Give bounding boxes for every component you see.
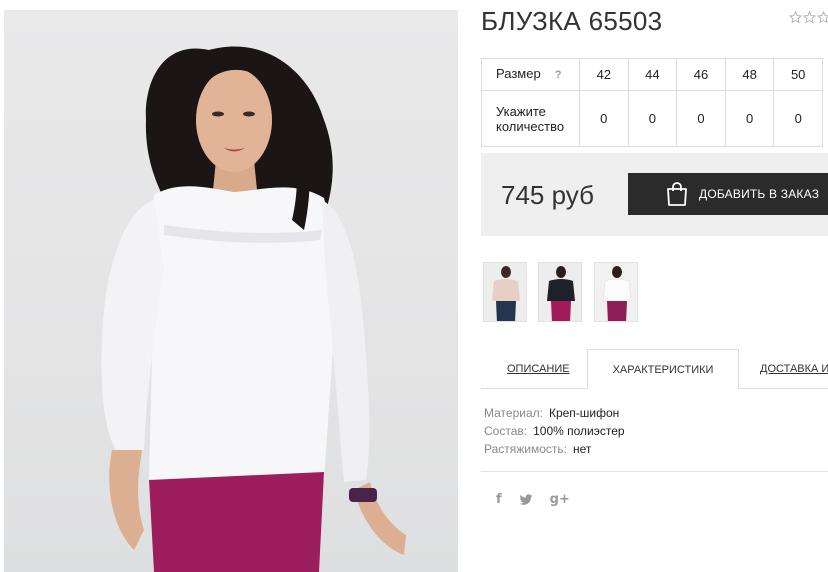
size-label: Размер: [496, 66, 541, 82]
rating-stars[interactable]: [789, 11, 828, 24]
product-title: БЛУЗКА 65503: [481, 6, 663, 36]
star-icon[interactable]: [803, 11, 816, 24]
spec-row-material: Материал: Креп-шифон: [484, 404, 625, 422]
star-icon[interactable]: [789, 11, 802, 24]
thumbnail-image: [484, 263, 526, 321]
size-quantity-table: Размер? 42 44 46 48 50 Укажите количеств…: [481, 57, 823, 147]
size-help-icon[interactable]: ?: [555, 69, 562, 81]
quantity-label-cell: Укажите количество: [481, 90, 580, 147]
quantity-label-line2: количество: [496, 118, 565, 134]
buy-panel: 745 руб ДОБАВИТЬ В ЗАКАЗ: [481, 153, 828, 236]
product-price: 745 руб: [501, 180, 594, 210]
quantity-input-48[interactable]: 0: [724, 90, 775, 147]
thumb-black-blouse[interactable]: [538, 262, 582, 322]
size-cell: 48: [724, 57, 775, 92]
spec-value: нет: [573, 442, 592, 456]
tab-description[interactable]: ОПИСАНИЕ: [507, 349, 570, 389]
spec-row-composition: Состав: 100% полиэстер: [484, 422, 625, 440]
product-tabs: ОПИСАНИЕ ХАРАКТЕРИСТИКИ ДОСТАВКА И: [481, 349, 828, 389]
size-label-cell: Размер?: [481, 57, 580, 92]
size-cell: 42: [579, 57, 629, 92]
spec-row-stretch: Растяжимость: нет: [484, 440, 625, 458]
thumbnail-image: [595, 263, 637, 321]
quantity-input-46[interactable]: 0: [676, 90, 726, 147]
social-share: f g+: [496, 492, 570, 507]
quantity-label-line1: Укажите: [496, 103, 546, 119]
spec-key: Состав:: [484, 424, 528, 438]
add-to-order-label: ДОБАВИТЬ В ЗАКАЗ: [699, 187, 820, 201]
twitter-icon[interactable]: [519, 493, 533, 506]
quantity-input-42[interactable]: 0: [579, 90, 629, 147]
facebook-icon[interactable]: f: [496, 492, 502, 507]
quantity-input-44[interactable]: 0: [627, 90, 678, 147]
characteristics-list: Материал: Креп-шифон Состав: 100% полиэсте…: [484, 404, 625, 458]
shopping-bag-icon: [667, 182, 687, 206]
size-cell: 46: [676, 57, 726, 92]
google-plus-icon[interactable]: g+: [550, 492, 570, 507]
thumb-white-blouse[interactable]: [594, 262, 638, 322]
thumb-blush-blouse[interactable]: [483, 262, 527, 322]
star-icon[interactable]: [817, 11, 828, 24]
size-cell: 44: [627, 57, 678, 92]
model-illustration: [101, 46, 406, 572]
quantity-input-50[interactable]: 0: [773, 90, 823, 147]
spec-value: Креп-шифон: [548, 406, 620, 420]
spec-value: 100% полиэстер: [533, 424, 625, 438]
add-to-order-button[interactable]: ДОБАВИТЬ В ЗАКАЗ: [628, 173, 828, 215]
size-cell: 50: [773, 57, 823, 92]
size-row: Размер? 42 44 46 48 50: [481, 57, 823, 92]
spec-key: Материал:: [484, 406, 543, 420]
spec-key: Растяжимость:: [484, 442, 568, 456]
tab-delivery[interactable]: ДОСТАВКА И: [760, 349, 828, 389]
product-main-photo[interactable]: [4, 10, 458, 572]
tab-characteristics[interactable]: ХАРАКТЕРИСТИКИ: [587, 349, 739, 389]
thumbnail-image: [539, 263, 581, 321]
quantity-row: Укажите количество 0 0 0 0 0: [481, 90, 823, 147]
share-divider: [481, 471, 828, 472]
